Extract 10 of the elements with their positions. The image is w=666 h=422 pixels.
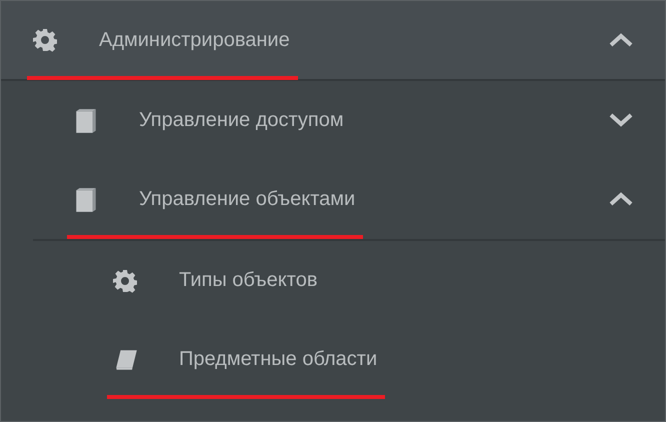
chevron-down-icon[interactable] [609, 113, 633, 127]
gear-icon [113, 268, 137, 292]
chevron-up-icon[interactable] [609, 192, 633, 206]
chevron-up-icon[interactable] [609, 33, 633, 47]
book-icon [73, 108, 99, 134]
gear-icon [33, 28, 57, 52]
menu-item[interactable]: Управление доступом [67, 81, 352, 160]
menu-item[interactable]: Типы объектов [107, 241, 326, 320]
menu-item[interactable]: Предметные области [107, 320, 386, 399]
book-icon [73, 186, 99, 212]
